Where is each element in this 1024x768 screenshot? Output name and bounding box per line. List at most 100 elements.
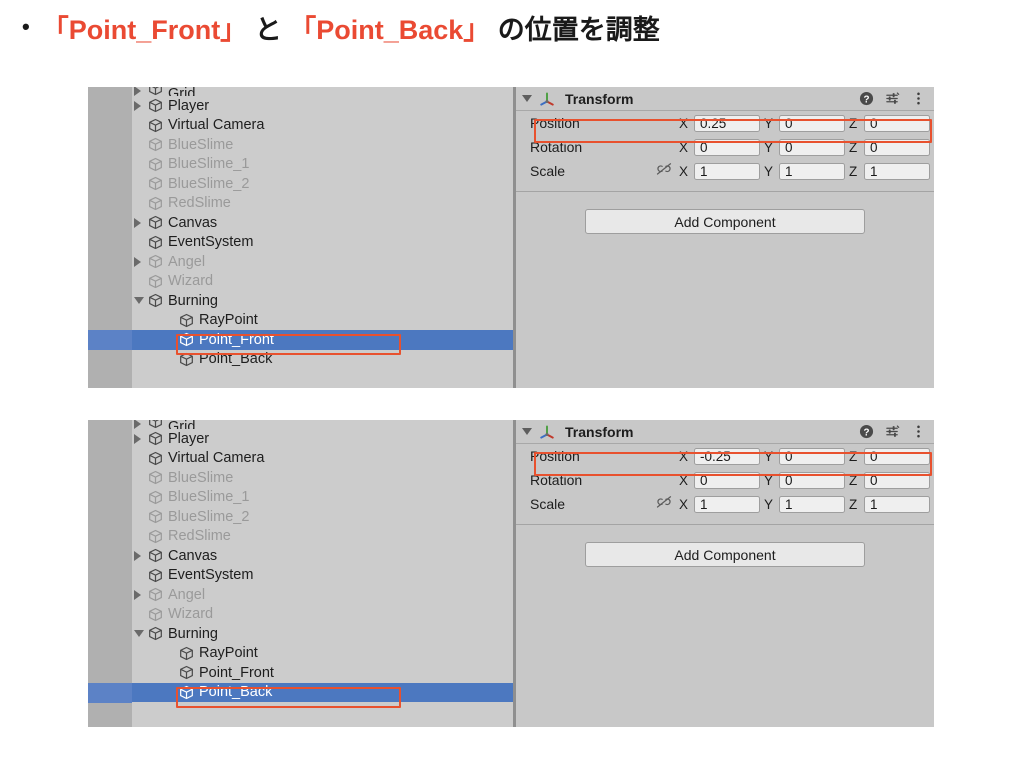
- more-options-icon[interactable]: [911, 424, 926, 439]
- rotation-y-input[interactable]: 0: [779, 471, 845, 489]
- hierarchy-row[interactable]: Wizard: [132, 605, 513, 625]
- preset-settings-icon[interactable]: [885, 424, 900, 439]
- scale-x-input[interactable]: 1: [694, 162, 760, 180]
- inspector-window-1[interactable]: Transform? Position X 0.25 Y 0 Z 0 Rotation X 0 Y 0 Z…: [515, 87, 934, 388]
- property-row-rotation: Rotation X 0 Y 0 Z 0: [516, 135, 934, 159]
- hierarchy-row[interactable]: Point_Back: [132, 350, 513, 370]
- help-icon[interactable]: ?: [859, 424, 874, 439]
- chevron-down-icon[interactable]: [522, 428, 532, 435]
- hierarchy-row[interactable]: Canvas: [132, 546, 513, 566]
- chevron-right-icon[interactable]: [134, 217, 141, 228]
- inspector-window-2[interactable]: Transform? Position X -0.25 Y 0 Z 0 Rotation X 0 Y 0…: [515, 420, 934, 727]
- hierarchy-row-label: Burning: [168, 625, 218, 642]
- axis-label-x: X: [679, 163, 689, 179]
- axis-label-z: Z: [849, 115, 858, 131]
- position-y-input[interactable]: 0: [779, 114, 845, 132]
- gameobject-cube-icon: [148, 451, 163, 466]
- scale-z-input[interactable]: 1: [864, 162, 930, 180]
- chevron-right-icon[interactable]: [134, 550, 141, 561]
- hierarchy-row[interactable]: RedSlime: [132, 527, 513, 547]
- axis-group-y: Y0: [764, 138, 845, 156]
- rotation-x-input[interactable]: 0: [694, 138, 760, 156]
- chevron-right-icon[interactable]: [134, 433, 141, 444]
- chevron-down-icon[interactable]: [134, 630, 144, 638]
- gameobject-cube-icon: [148, 470, 163, 485]
- rotation-x-input[interactable]: 0: [694, 471, 760, 489]
- hierarchy-row[interactable]: BlueSlime_1: [132, 488, 513, 508]
- scale-y-input[interactable]: 1: [779, 162, 845, 180]
- hierarchy-row[interactable]: Grid: [132, 420, 513, 429]
- hierarchy-list-2[interactable]: Grid Player Virtual Camera BlueSlime BlueSli…: [132, 420, 513, 727]
- hierarchy-row[interactable]: Angel: [132, 585, 513, 605]
- hierarchy-row[interactable]: EventSystem: [132, 566, 513, 586]
- gameobject-cube-icon: [179, 352, 194, 367]
- chevron-down-icon[interactable]: [522, 95, 532, 102]
- hierarchy-row[interactable]: Burning: [132, 624, 513, 644]
- screenshot-panel-point-back: Grid Player Virtual Camera BlueSlime BlueSli…: [88, 420, 934, 727]
- help-icon[interactable]: ?: [859, 91, 874, 106]
- chevron-right-icon[interactable]: [134, 589, 141, 600]
- hierarchy-row[interactable]: Burning: [132, 291, 513, 311]
- component-title: Transform: [565, 423, 634, 440]
- hierarchy-row-label: Point_Front: [199, 331, 274, 348]
- position-z-input[interactable]: 0: [864, 447, 930, 465]
- add-component-button[interactable]: Add Component: [585, 542, 865, 567]
- hierarchy-row[interactable]: RayPoint: [132, 311, 513, 331]
- chevron-right-icon[interactable]: [134, 87, 141, 96]
- axis-label-y: Y: [764, 496, 774, 512]
- chevron-right-icon[interactable]: [134, 100, 141, 111]
- rotation-z-input[interactable]: 0: [864, 138, 930, 156]
- position-x-input[interactable]: 0.25: [694, 114, 760, 132]
- hierarchy-row[interactable]: Virtual Camera: [132, 116, 513, 136]
- unlinked-scale-icon[interactable]: [655, 495, 679, 514]
- gameobject-cube-icon: [148, 157, 163, 172]
- hierarchy-row[interactable]: EventSystem: [132, 233, 513, 253]
- position-z-input[interactable]: 0: [864, 114, 930, 132]
- hierarchy-row[interactable]: Angel: [132, 252, 513, 272]
- scale-z-input[interactable]: 1: [864, 495, 930, 513]
- position-x-input[interactable]: -0.25: [694, 447, 760, 465]
- component-header-transform[interactable]: Transform?: [516, 420, 934, 444]
- chevron-right-icon[interactable]: [134, 256, 141, 267]
- hierarchy-row[interactable]: Grid: [132, 87, 513, 96]
- scale-y-input[interactable]: 1: [779, 495, 845, 513]
- hierarchy-row[interactable]: BlueSlime: [132, 135, 513, 155]
- hierarchy-row[interactable]: BlueSlime_2: [132, 507, 513, 527]
- hierarchy-selection-gutter-band: [88, 683, 132, 703]
- chevron-right-icon[interactable]: [134, 420, 141, 429]
- hierarchy-window-1[interactable]: Grid Player Virtual Camera BlueSlime BlueSli…: [88, 87, 515, 388]
- scale-x-input[interactable]: 1: [694, 495, 760, 513]
- axis-label-y: Y: [764, 448, 774, 464]
- preset-settings-icon[interactable]: [885, 91, 900, 106]
- more-options-icon[interactable]: [911, 91, 926, 106]
- component-title: Transform: [565, 90, 634, 107]
- hierarchy-row-selected[interactable]: Point_Front: [132, 330, 513, 350]
- position-y-input[interactable]: 0: [779, 447, 845, 465]
- transform-gizmo-icon: [539, 424, 555, 440]
- add-component-button[interactable]: Add Component: [585, 209, 865, 234]
- hierarchy-row[interactable]: RayPoint: [132, 644, 513, 664]
- hierarchy-row[interactable]: Player: [132, 96, 513, 116]
- hierarchy-row[interactable]: Wizard: [132, 272, 513, 292]
- rotation-z-input[interactable]: 0: [864, 471, 930, 489]
- axis-group-y: Y0: [764, 114, 845, 132]
- hierarchy-row-label: EventSystem: [168, 234, 254, 250]
- chevron-down-icon[interactable]: [134, 297, 144, 305]
- hierarchy-window-2[interactable]: Grid Player Virtual Camera BlueSlime BlueSli…: [88, 420, 515, 727]
- hierarchy-row[interactable]: BlueSlime: [132, 468, 513, 488]
- hierarchy-row[interactable]: RedSlime: [132, 194, 513, 214]
- hierarchy-row[interactable]: Player: [132, 429, 513, 449]
- rotation-y-input[interactable]: 0: [779, 138, 845, 156]
- hierarchy-row[interactable]: Point_Front: [132, 663, 513, 683]
- unlinked-scale-icon[interactable]: [655, 162, 679, 181]
- axis-group-x: X0: [679, 471, 760, 489]
- hierarchy-row[interactable]: BlueSlime_1: [132, 155, 513, 175]
- axis-label-x: X: [679, 448, 689, 464]
- hierarchy-row-selected[interactable]: Point_Back: [132, 682, 513, 702]
- component-header-transform[interactable]: Transform?: [516, 87, 934, 111]
- hierarchy-row[interactable]: Canvas: [132, 213, 513, 233]
- hierarchy-row[interactable]: BlueSlime_2: [132, 174, 513, 194]
- hierarchy-row[interactable]: Virtual Camera: [132, 449, 513, 469]
- title-segment-conjunction: と: [247, 15, 290, 45]
- hierarchy-list-1[interactable]: Grid Player Virtual Camera BlueSlime BlueSli…: [132, 87, 513, 388]
